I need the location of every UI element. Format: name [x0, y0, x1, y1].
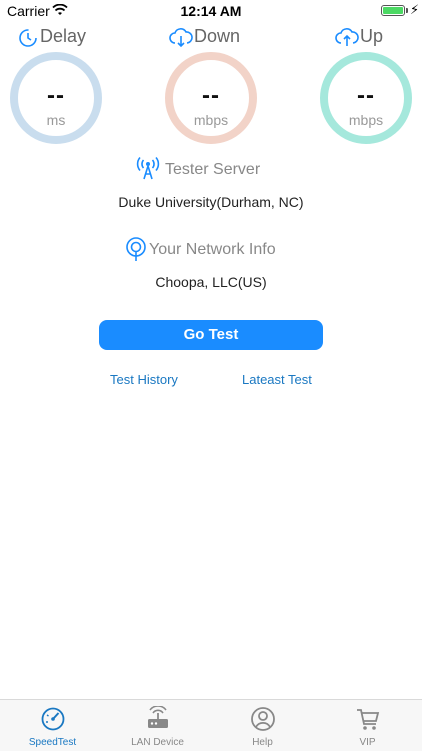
- delay-metric: Delay -- ms: [10, 26, 102, 156]
- tab-vip[interactable]: VIP: [315, 700, 420, 751]
- tab-speedtest-label: SpeedTest: [28, 737, 77, 748]
- status-bar: Carrier 12:14 AM ⚡: [0, 0, 422, 22]
- upload-metric: Up -- mbps: [320, 26, 412, 156]
- latest-test-link[interactable]: Lateast Test: [242, 372, 312, 387]
- tester-server-value[interactable]: Duke University(Durham, NC): [0, 194, 422, 210]
- download-title: Down: [194, 26, 241, 46]
- cart-icon: [354, 706, 382, 737]
- tab-bar: SpeedTest LAN Device Help VIP: [0, 699, 422, 751]
- speedometer-icon: [40, 706, 66, 737]
- delay-gauge: -- ms: [10, 52, 102, 144]
- battery-cap: [406, 8, 408, 13]
- router-icon: [144, 705, 172, 737]
- test-history-link[interactable]: Test History: [110, 372, 178, 387]
- location-pin-icon: [124, 236, 148, 267]
- network-info-title: Your Network Info: [149, 241, 276, 258]
- tab-vip-label: VIP: [359, 737, 376, 748]
- delay-unit: ms: [46, 112, 66, 128]
- tab-speedtest[interactable]: SpeedTest: [0, 700, 105, 751]
- charging-icon: ⚡: [410, 2, 420, 17]
- upload-value: --: [357, 82, 375, 109]
- upload-gauge: -- mbps: [320, 52, 412, 144]
- go-test-button[interactable]: Go Test: [99, 320, 323, 350]
- delay-value: --: [47, 82, 65, 109]
- download-unit: mbps: [193, 112, 229, 128]
- tab-help[interactable]: Help: [210, 700, 315, 751]
- tab-lan-device[interactable]: LAN Device: [105, 700, 210, 751]
- tester-server-title: Tester Server: [165, 161, 261, 178]
- battery-icon: [381, 5, 405, 16]
- download-metric: Down -- mbps: [165, 26, 257, 156]
- tab-help-label: Help: [252, 737, 273, 748]
- network-info-value: Choopa, LLC(US): [155, 274, 267, 290]
- upload-title: Up: [360, 26, 384, 46]
- timer-icon: [17, 27, 39, 54]
- cloud-download-icon: [169, 27, 193, 54]
- delay-title: Delay: [40, 26, 87, 46]
- upload-unit: mbps: [348, 112, 384, 128]
- download-gauge: -- mbps: [165, 52, 257, 144]
- tab-lan-device-label: LAN Device: [131, 737, 184, 748]
- download-value: --: [202, 82, 220, 109]
- clock: 12:14 AM: [180, 3, 242, 19]
- cloud-upload-icon: [335, 27, 359, 54]
- help-user-icon: [250, 706, 276, 737]
- antenna-icon: [135, 155, 161, 186]
